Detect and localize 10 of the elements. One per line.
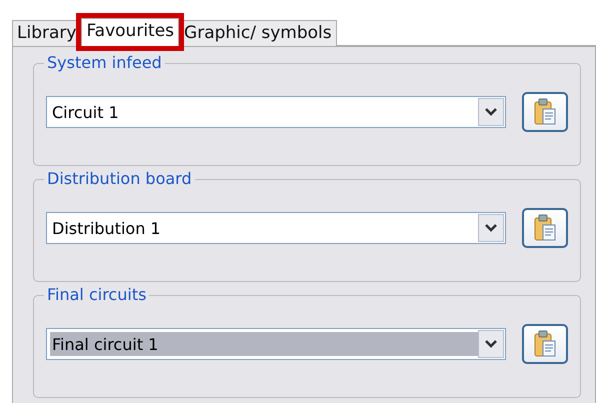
group-title: System infeed <box>44 53 165 72</box>
paste-button[interactable] <box>522 208 568 248</box>
dropdown-field[interactable]: Distribution 1 <box>46 212 506 244</box>
clipboard-icon <box>533 98 557 126</box>
clipboard-icon <box>533 330 557 358</box>
paste-button[interactable] <box>522 92 568 132</box>
dropdown-field[interactable]: Final circuit 1 <box>46 328 506 360</box>
clipboard-icon <box>533 214 557 242</box>
dropdown-field[interactable]: Circuit 1 <box>46 96 506 128</box>
paste-button[interactable] <box>522 324 568 364</box>
